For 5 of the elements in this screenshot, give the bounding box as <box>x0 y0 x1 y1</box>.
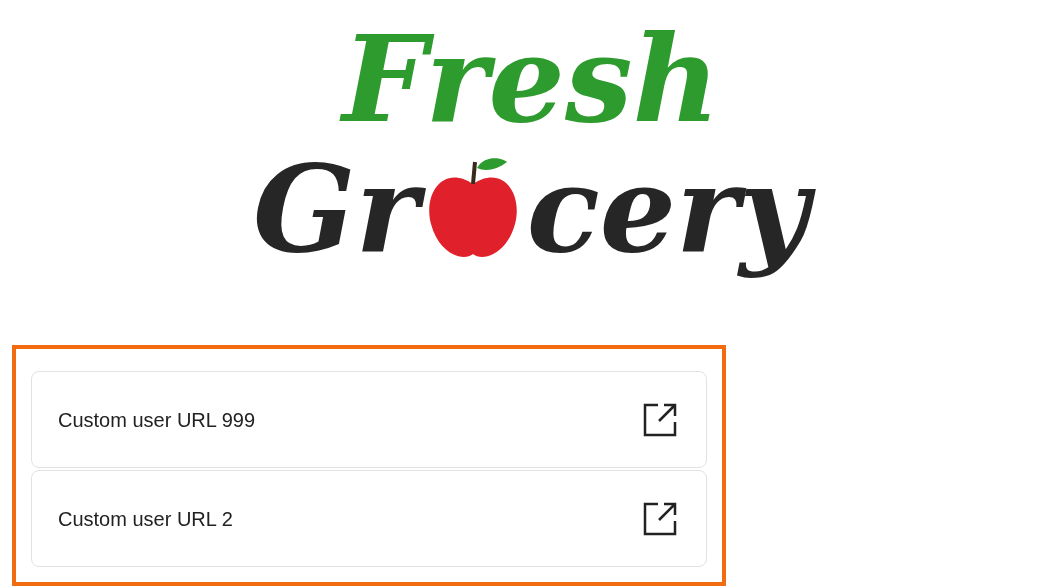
link-card[interactable]: Custom user URL 2 <box>31 470 707 567</box>
link-card[interactable]: Custom user URL 999 <box>31 371 707 468</box>
external-link-icon <box>642 500 678 537</box>
logo: Fresh Gr cery <box>228 14 834 296</box>
external-link-icon <box>642 401 678 438</box>
